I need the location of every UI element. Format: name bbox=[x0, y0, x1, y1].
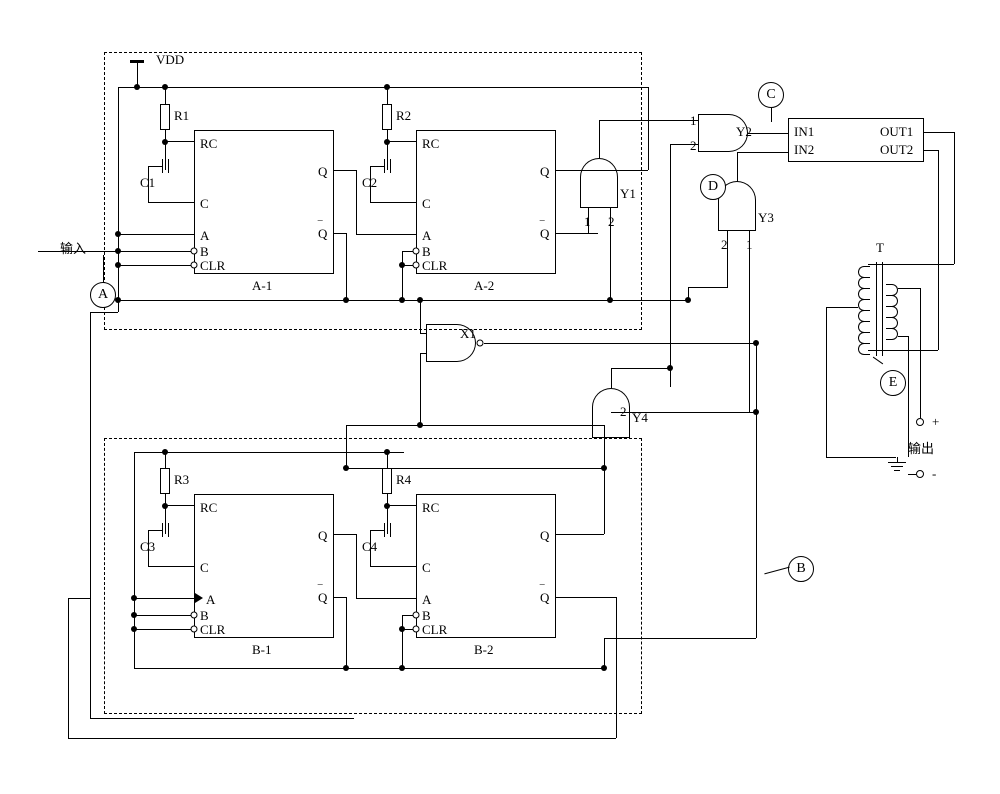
vdd-label: VDD bbox=[156, 52, 184, 68]
driver-in2: IN2 bbox=[794, 142, 814, 158]
mono-b2-name: B-2 bbox=[474, 642, 494, 658]
output-label: 输出 bbox=[908, 438, 934, 457]
a2-q: Q bbox=[540, 164, 549, 180]
gate-y2-label: Y2 bbox=[736, 124, 752, 140]
gate-y1-label: Y1 bbox=[620, 186, 636, 202]
out-minus-terminal bbox=[916, 470, 924, 478]
b1-clock-icon bbox=[195, 593, 203, 603]
b2-clr: CLR bbox=[422, 622, 447, 638]
a1-b-bubble bbox=[191, 248, 198, 255]
b1-b-bubble bbox=[191, 612, 198, 619]
r3-label: R3 bbox=[174, 472, 189, 488]
r3 bbox=[160, 468, 170, 494]
b2-c: C bbox=[422, 560, 431, 576]
node-d: D bbox=[700, 174, 726, 200]
b1-q: Q bbox=[318, 528, 327, 544]
b2-q: Q bbox=[540, 528, 549, 544]
a1-q: Q bbox=[318, 164, 327, 180]
node-e: E bbox=[880, 370, 906, 396]
a2-a: A bbox=[422, 228, 431, 244]
r1-label: R1 bbox=[174, 108, 189, 124]
node-b-label: B bbox=[796, 561, 805, 576]
b1-clr-bubble bbox=[191, 626, 198, 633]
mono-a1-name: A-1 bbox=[252, 278, 272, 294]
b2-b-bubble bbox=[413, 612, 420, 619]
r4-label: R4 bbox=[396, 472, 411, 488]
b2-clr-bubble bbox=[413, 626, 420, 633]
node-d-label: D bbox=[708, 179, 718, 194]
a1-clr-bubble bbox=[191, 262, 198, 269]
x1-out-bubble bbox=[477, 340, 484, 347]
node-a: A bbox=[90, 282, 116, 308]
b1-clr: CLR bbox=[200, 622, 225, 638]
r4 bbox=[382, 468, 392, 494]
a2-c: C bbox=[422, 196, 431, 212]
y2-pin2: 2 bbox=[690, 138, 697, 154]
gate-y3-label: Y3 bbox=[758, 210, 774, 226]
driver-out2: OUT2 bbox=[880, 142, 913, 158]
gate-x1-label: X1 bbox=[460, 326, 476, 342]
a1-clr: CLR bbox=[200, 258, 225, 274]
out-plus-terminal bbox=[916, 418, 924, 426]
driver-in1: IN1 bbox=[794, 124, 814, 140]
b2-rc: RC bbox=[422, 500, 439, 516]
minus-sign: - bbox=[932, 466, 936, 482]
input-label: 输入 bbox=[60, 238, 86, 257]
a2-rc: RC bbox=[422, 136, 439, 152]
ground-icon bbox=[888, 462, 906, 471]
r2-label: R2 bbox=[396, 108, 411, 124]
node-e-label: E bbox=[889, 375, 898, 390]
gate-y1 bbox=[580, 158, 618, 208]
a1-a: A bbox=[200, 228, 209, 244]
transformer-label: T bbox=[876, 240, 884, 256]
y1-pin2: 2 bbox=[608, 214, 615, 230]
b1-rc: RC bbox=[200, 500, 217, 516]
circuit-diagram: VDD A-1 RC C A B CLR Q Q ‾ R1 C 1 R2 C 2 bbox=[0, 0, 1000, 794]
plus-sign: + bbox=[932, 414, 939, 430]
a2-b-bubble bbox=[413, 248, 420, 255]
a1-qb-bar: ‾ bbox=[318, 218, 322, 234]
a2-qb-bar: ‾ bbox=[540, 218, 544, 234]
a2-clr: CLR bbox=[422, 258, 447, 274]
b2-a: A bbox=[422, 592, 431, 608]
b2-qb-bar: ‾ bbox=[540, 582, 544, 598]
node-c: C bbox=[758, 82, 784, 108]
driver-out1: OUT1 bbox=[880, 124, 913, 140]
node-a-label: A bbox=[98, 287, 108, 302]
module-a-box bbox=[104, 52, 642, 330]
node-c-label: C bbox=[766, 87, 775, 102]
mono-a2-name: A-2 bbox=[474, 278, 494, 294]
node-b: B bbox=[788, 556, 814, 582]
y2-pin1: 1 bbox=[690, 113, 697, 129]
a2-clr-bubble bbox=[413, 262, 420, 269]
a1-rc: RC bbox=[200, 136, 217, 152]
a1-c: C bbox=[200, 196, 209, 212]
b1-a: A bbox=[206, 592, 215, 608]
b1-qb-bar: ‾ bbox=[318, 582, 322, 598]
b1-c: C bbox=[200, 560, 209, 576]
r2 bbox=[382, 104, 392, 130]
mono-b1-name: B-1 bbox=[252, 642, 272, 658]
xfmr-secondary bbox=[886, 284, 898, 339]
r1 bbox=[160, 104, 170, 130]
xfmr-primary bbox=[858, 266, 870, 354]
